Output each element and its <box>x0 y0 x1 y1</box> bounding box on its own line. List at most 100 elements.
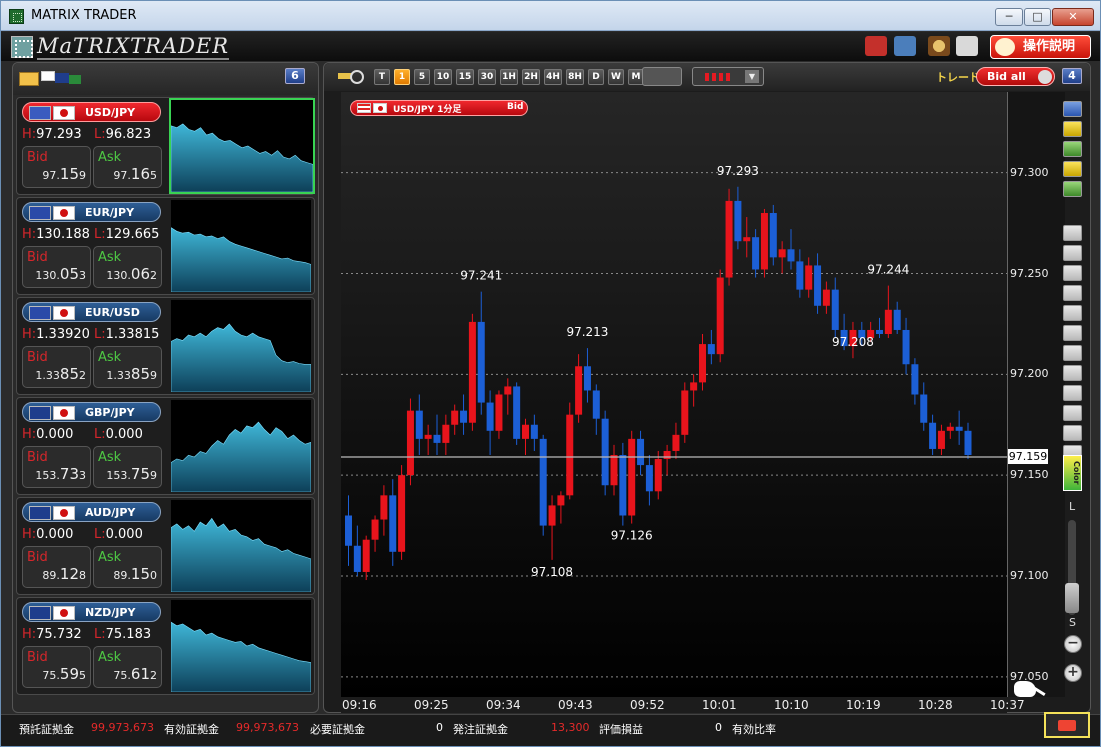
print-icon[interactable] <box>956 36 978 56</box>
currency-pair-card[interactable]: NZD/JPY H:75.732 L:75.183 Bid 75.595 Ask 75.61… <box>16 597 315 695</box>
bid-button[interactable]: Bid 153.733 <box>22 446 91 488</box>
ask-button[interactable]: Ask 153.759 <box>93 446 162 488</box>
timeframe-d[interactable]: D <box>588 69 604 85</box>
pair-name: NZD/JPY <box>85 606 136 619</box>
folder-flags-icon[interactable] <box>19 69 83 87</box>
pair-name-pill[interactable]: AUD/JPY <box>22 502 161 522</box>
palette-tool-icon[interactable] <box>1063 181 1082 197</box>
fibonacci-icon[interactable] <box>1063 325 1082 341</box>
save-icon[interactable] <box>894 36 916 56</box>
candle-body <box>610 455 618 486</box>
zoom-out-button[interactable]: − <box>1064 635 1082 653</box>
info-icon[interactable] <box>1063 101 1082 117</box>
crosshair-icon[interactable] <box>1063 245 1082 261</box>
currency-pair-card[interactable]: EUR/JPY H:130.188 L:129.665 Bid 130.053 Ask 13… <box>16 197 315 295</box>
timeframe-15[interactable]: 15 <box>456 69 474 85</box>
currency-pair-card[interactable]: GBP/JPY H:0.000 L:0.000 Bid 153.733 Ask 153.75… <box>16 397 315 495</box>
bid-button[interactable]: Bid 97.159 <box>22 146 91 188</box>
sparkline-chart[interactable] <box>170 400 312 493</box>
candlestick-chart[interactable]: 97.241 97.213 97.108 97.126 97.293 97.208 97.2… <box>341 92 1007 697</box>
maximize-button[interactable]: □ <box>1024 8 1051 26</box>
timeframe-4h[interactable]: 4H <box>544 69 562 85</box>
currency-pair-card[interactable]: AUD/JPY H:0.000 L:0.000 Bid 89.128 Ask 89.150 <box>16 497 315 595</box>
ask-button[interactable]: Ask 89.150 <box>93 546 162 588</box>
vline-icon[interactable] <box>1063 305 1082 321</box>
sparkline-svg <box>170 227 312 293</box>
pair-name-pill[interactable]: USD/JPY <box>22 102 161 122</box>
zoom-slider-handle[interactable] <box>1065 583 1079 613</box>
trendline-icon[interactable] <box>1063 265 1082 281</box>
time-tick: 09:43 <box>558 698 593 712</box>
text-icon[interactable] <box>1063 405 1082 421</box>
rate-count-badge[interactable]: 6 <box>285 68 305 84</box>
chart-type-button[interactable] <box>642 67 682 86</box>
palette-icon[interactable] <box>928 36 950 56</box>
bid-button[interactable]: Bid 89.128 <box>22 546 91 588</box>
logo-text: MaTRIXTRADER <box>37 34 230 60</box>
timeframe-1[interactable]: 1 <box>394 69 410 85</box>
cursor-icon[interactable] <box>1063 225 1082 241</box>
timeframe-10[interactable]: 10 <box>434 69 452 85</box>
timeframe-2h[interactable]: 2H <box>522 69 540 85</box>
low-value: 0.000 <box>105 527 143 542</box>
time-tick: 09:52 <box>630 698 665 712</box>
pair-name-pill[interactable]: NZD/JPY <box>22 602 161 622</box>
bid-price: 89.128 <box>42 565 86 583</box>
sparkline-chart[interactable] <box>170 500 312 593</box>
timeframe-w[interactable]: W <box>608 69 624 85</box>
currency-pair-card[interactable]: EUR/USD H:1.33920 L:1.33815 Bid 1.33852 Ask 1.… <box>16 297 315 395</box>
ask-button[interactable]: Ask 75.612 <box>93 646 162 688</box>
ask-button[interactable]: Ask 130.062 <box>93 246 162 288</box>
close-button[interactable]: ✕ <box>1052 8 1094 26</box>
timeframe-8h[interactable]: 8H <box>566 69 584 85</box>
ask-price-big: 06 <box>130 265 150 283</box>
high-value: 1.33920 <box>36 327 90 342</box>
hline-icon[interactable] <box>1063 285 1082 301</box>
search-chart-icon[interactable] <box>338 69 364 85</box>
sparkline-chart[interactable] <box>169 98 315 194</box>
price-annotation: 97.293 <box>717 164 759 178</box>
timeframe-5[interactable]: 5 <box>414 69 430 85</box>
pair-name: EUR/USD <box>85 306 140 319</box>
pair-name: GBP/JPY <box>85 406 135 419</box>
ask-price-small: 153. <box>106 469 131 482</box>
timeframe-1h[interactable]: 1H <box>500 69 518 85</box>
price-annotation: 97.208 <box>832 335 874 349</box>
timeframe-30[interactable]: 30 <box>478 69 496 85</box>
chart-count-badge[interactable]: 4 <box>1062 68 1082 84</box>
toolbox-icon[interactable] <box>865 36 887 56</box>
currency-pair-card[interactable]: USD/JPY H:97.293 L:96.823 Bid 97.159 Ask 97.16… <box>16 97 315 195</box>
ask-price: 75.612 <box>113 665 157 683</box>
fan-icon[interactable] <box>1063 385 1082 401</box>
pair-name-pill[interactable]: EUR/USD <box>22 302 161 322</box>
news-icon[interactable] <box>1063 121 1082 137</box>
alarm-icon[interactable] <box>1063 161 1082 177</box>
bid-button[interactable]: Bid 130.053 <box>22 246 91 288</box>
bid-button[interactable]: Bid 1.33852 <box>22 346 91 388</box>
timeframe-t[interactable]: T <box>374 69 390 85</box>
chevron-down-icon: ▼ <box>745 70 759 83</box>
price-annotation: 97.126 <box>611 529 653 543</box>
expand-up-button[interactable] <box>1044 712 1090 738</box>
help-button[interactable]: 操作説明 <box>990 35 1091 59</box>
bid-all-toggle[interactable]: Bid all <box>976 67 1055 86</box>
pair-name-pill[interactable]: GBP/JPY <box>22 402 161 422</box>
minimize-button[interactable]: ─ <box>995 8 1023 26</box>
bid-button[interactable]: Bid 75.595 <box>22 646 91 688</box>
ask-button[interactable]: Ask 1.33859 <box>93 346 162 388</box>
eraser-icon[interactable] <box>1063 425 1082 441</box>
candle-style-select[interactable]: ▼ <box>692 67 764 86</box>
bid-price-big: 12 <box>59 565 79 583</box>
sparkline-chart[interactable] <box>170 200 312 293</box>
zoom-in-button[interactable]: + <box>1064 664 1082 682</box>
sparkline-chart[interactable] <box>170 600 312 693</box>
ask-price: 97.165 <box>113 165 157 183</box>
ask-button[interactable]: Ask 97.165 <box>93 146 162 188</box>
color-tool[interactable]: Color <box>1063 455 1082 491</box>
pair-name-pill[interactable]: EUR/JPY <box>22 202 161 222</box>
ruler-icon[interactable] <box>1063 365 1082 381</box>
channel-icon[interactable] <box>1063 345 1082 361</box>
sparkline-chart[interactable] <box>170 300 312 393</box>
chart-icon[interactable] <box>1063 141 1082 157</box>
candle-body <box>681 390 689 435</box>
